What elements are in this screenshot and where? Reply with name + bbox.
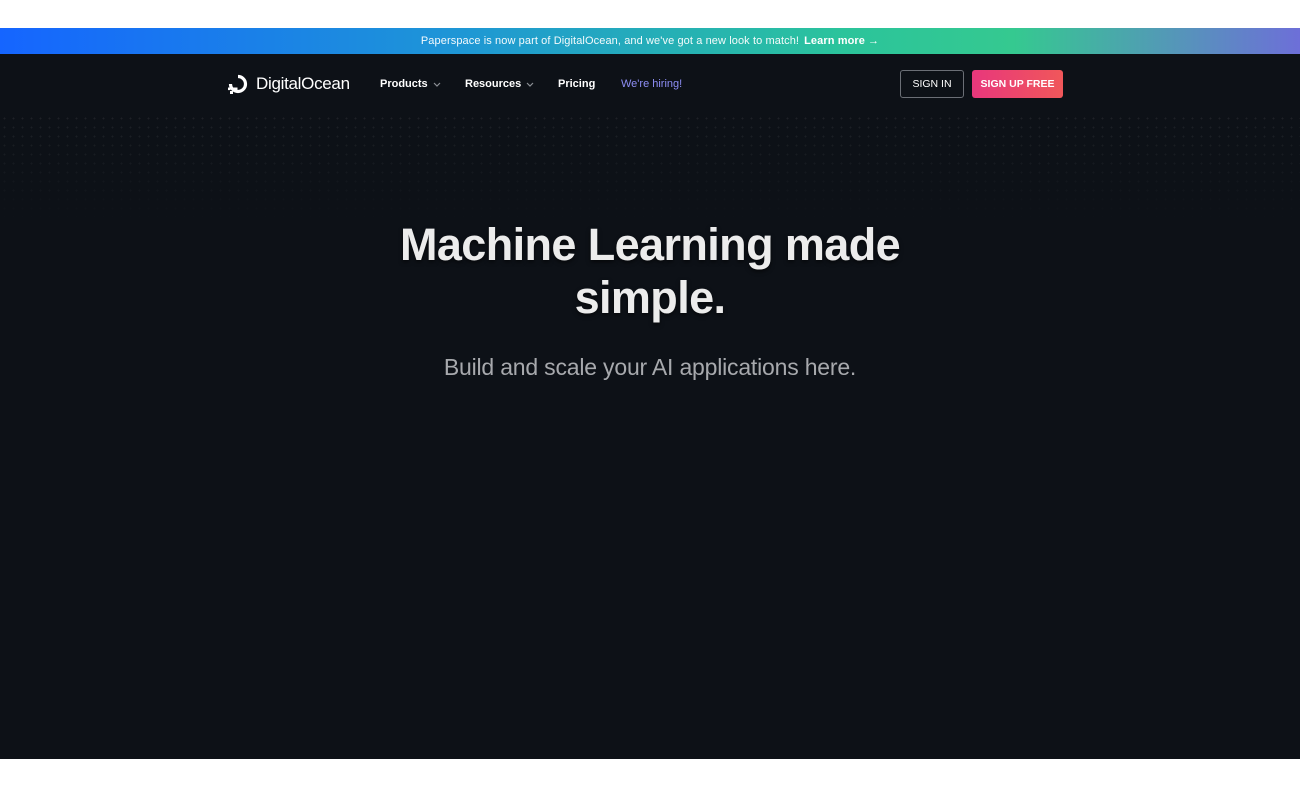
nav-resources[interactable]: Resources (465, 78, 534, 90)
arrow-right-icon: → (868, 35, 880, 47)
logo-wordmark: DigitalOcean (256, 74, 350, 93)
nav-hiring-link[interactable]: We're hiring! (621, 78, 682, 90)
nav-products[interactable]: Products (380, 78, 441, 90)
nav-pricing[interactable]: Pricing (558, 78, 595, 90)
dot-pattern-background (0, 114, 1300, 226)
announcement-banner: Paperspace is now part of DigitalOcean, … (0, 28, 1300, 54)
chevron-down-icon (526, 82, 534, 87)
nav-resources-label: Resources (465, 78, 522, 90)
page-frame: Paperspace is now part of DigitalOcean, … (0, 28, 1300, 759)
announcement-text: Paperspace is now part of DigitalOcean, … (420, 35, 800, 47)
nav-pricing-label: Pricing (558, 78, 596, 90)
nav-products-label: Products (380, 78, 428, 90)
digitalocean-logo-icon (228, 74, 248, 94)
sign-in-button[interactable]: SIGN IN (900, 70, 964, 98)
learn-more-label: Learn more (804, 35, 866, 47)
hero-title: Machine Learning made simple. (399, 219, 901, 323)
nav-hiring-label: We're hiring! (621, 78, 683, 90)
top-navigation: DigitalOcean Products Resources Pricing … (0, 54, 1300, 114)
learn-more-link[interactable]: Learn more → (804, 35, 879, 47)
hero-subtitle: Build and scale your AI applications her… (443, 354, 857, 380)
sign-up-free-button[interactable]: SIGN UP FREE (972, 70, 1063, 98)
chevron-down-icon (433, 82, 441, 87)
digitalocean-logo[interactable]: DigitalOcean (227, 73, 350, 95)
